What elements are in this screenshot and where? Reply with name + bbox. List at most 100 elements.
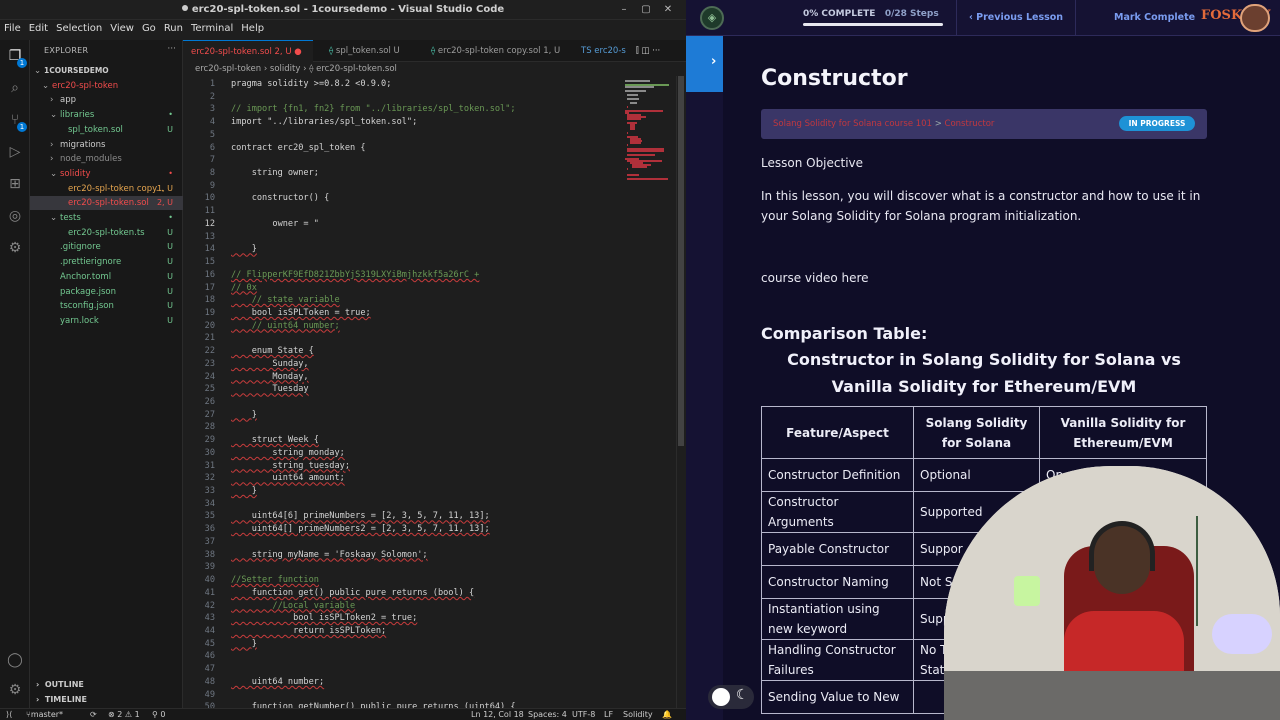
code-line[interactable]: 26 xyxy=(183,396,623,409)
run-debug-icon[interactable]: ▷ xyxy=(5,142,25,162)
code-line[interactable]: 35 uint64[6] primeNumbers = [2, 3, 5, 7,… xyxy=(183,510,623,523)
extensions-icon[interactable]: ⊞ xyxy=(5,174,25,194)
menu-selection[interactable]: Selection xyxy=(56,23,102,34)
eol[interactable]: LF xyxy=(604,709,613,720)
code-line[interactable]: 40 //Setter function xyxy=(183,574,623,587)
code-line[interactable]: 6 contract erc20_spl_token { xyxy=(183,142,623,155)
remote-icon[interactable]: ◎ xyxy=(5,206,25,226)
timeline-section[interactable]: › TIMELINE xyxy=(30,693,183,707)
tree-item[interactable]: › app xyxy=(30,93,183,107)
code-line[interactable]: 46 xyxy=(183,650,623,663)
tree-item[interactable]: ⌄ erc20-spl-token xyxy=(30,79,183,93)
code-line[interactable]: 43 bool isSPLToken2 = true; xyxy=(183,612,623,625)
code-line[interactable]: 39 xyxy=(183,561,623,574)
menu-help[interactable]: Help xyxy=(241,23,264,34)
code-line[interactable]: 4 import "../libraries/spl_token.sol"; xyxy=(183,116,623,129)
tree-item[interactable]: erc20-spl-token copy... 1, U xyxy=(30,182,183,196)
code-line[interactable]: 18 // state variable xyxy=(183,294,623,307)
sidebar-toggle-button[interactable]: › xyxy=(686,36,723,92)
indentation[interactable]: Spaces: 4 xyxy=(528,709,567,720)
code-line[interactable]: 48 uint64 number; xyxy=(183,676,623,689)
source-control-icon[interactable]: ⑂ 1 xyxy=(5,110,27,132)
code-line[interactable]: 29 struct Week { xyxy=(183,434,623,447)
search-icon[interactable]: ⌕ xyxy=(5,78,25,98)
code-line[interactable]: 41 function get() public pure returns (b… xyxy=(183,587,623,600)
code-line[interactable]: 44 return isSPLToken; xyxy=(183,625,623,638)
code-line[interactable]: 13 xyxy=(183,231,623,244)
tree-item[interactable]: spl_token.sol U xyxy=(30,123,183,137)
scroll-thumb[interactable] xyxy=(678,76,684,446)
code-line[interactable]: 37 xyxy=(183,536,623,549)
minimap[interactable] xyxy=(623,76,675,708)
dark-mode-toggle[interactable]: ☾ xyxy=(708,685,754,709)
notifications-icon[interactable]: 🔔 xyxy=(662,709,672,720)
code-line[interactable]: 7 xyxy=(183,154,623,167)
remote-indicator-icon[interactable]: ⟩⟨ xyxy=(6,709,12,720)
code-line[interactable]: 15 xyxy=(183,256,623,269)
code-line[interactable]: 33 } xyxy=(183,485,623,498)
menu-view[interactable]: View xyxy=(110,23,134,34)
code-line[interactable]: 28 xyxy=(183,421,623,434)
code-line[interactable]: 9 xyxy=(183,180,623,193)
tree-item[interactable]: yarn.lock U xyxy=(30,314,183,328)
code-line[interactable]: 49 xyxy=(183,689,623,702)
code-line[interactable]: 25 Tuesday xyxy=(183,383,623,396)
code-line[interactable]: 32 uint64 amount; xyxy=(183,472,623,485)
close-button[interactable]: ✕ xyxy=(661,3,675,17)
code-line[interactable]: 38 string myName = 'Foskaay Solomon'; xyxy=(183,549,623,562)
site-logo-icon[interactable]: ◈ xyxy=(700,6,724,30)
code-line[interactable]: 27 } xyxy=(183,409,623,422)
code-line[interactable]: 11 xyxy=(183,205,623,218)
tree-item[interactable]: ⌄ solidity • xyxy=(30,167,183,181)
code-line[interactable]: 8 string owner; xyxy=(183,167,623,180)
branch-indicator[interactable]: ⑂ master* xyxy=(26,709,63,720)
tree-item[interactable]: Anchor.toml U xyxy=(30,270,183,284)
code-line[interactable]: 45 } xyxy=(183,638,623,651)
code-line[interactable]: 5 xyxy=(183,129,623,142)
code-line[interactable]: 24 Monday, xyxy=(183,371,623,384)
tab-erc20-spl-token[interactable]: erc20-spl-token.sol 2, U ● xyxy=(183,40,313,62)
code-line[interactable]: 17 // 0x xyxy=(183,282,623,295)
problems-indicator[interactable]: ⊗ 2 ⚠ 1 xyxy=(108,709,140,720)
docker-icon[interactable]: ⚙ xyxy=(5,238,25,258)
code-line[interactable]: 42 //Local variable xyxy=(183,600,623,613)
tree-item[interactable]: ⌄ 1COURSEDEMO xyxy=(30,64,183,78)
code-line[interactable]: 30 string monday; xyxy=(183,447,623,460)
menu-terminal[interactable]: Terminal xyxy=(191,23,233,34)
sync-icon[interactable]: ⟳ xyxy=(90,709,97,720)
maximize-button[interactable]: ▢ xyxy=(639,3,653,17)
code-line[interactable]: 22 enum State { xyxy=(183,345,623,358)
minimize-button[interactable]: – xyxy=(617,3,631,17)
tab-spl-token[interactable]: ⟠ spl_token.sol U xyxy=(321,40,416,62)
code-line[interactable]: 16 // FlipperKF9EfD821ZbbYjS319LXYiBmjhzk… xyxy=(183,269,623,282)
code-line[interactable]: 47 xyxy=(183,663,623,676)
crumb-lesson-link[interactable]: Constructor xyxy=(945,119,995,129)
tree-item[interactable]: › migrations xyxy=(30,138,183,152)
tree-item[interactable]: erc20-spl-token.ts U xyxy=(30,226,183,240)
encoding[interactable]: UTF-8 xyxy=(572,709,595,720)
code-line[interactable]: 31 string tuesday; xyxy=(183,460,623,473)
tree-item[interactable]: ⌄ tests • xyxy=(30,211,183,225)
tree-item[interactable]: .gitignore U xyxy=(30,240,183,254)
code-line[interactable]: 20 // uint64 number; xyxy=(183,320,623,333)
code-line[interactable]: 34 xyxy=(183,498,623,511)
user-avatar[interactable] xyxy=(1240,4,1270,32)
menu-go[interactable]: Go xyxy=(142,23,156,34)
tree-item[interactable]: ⌄ libraries • xyxy=(30,108,183,122)
code-line[interactable]: 1 pragma solidity >=0.8.2 <0.9.0; xyxy=(183,78,623,91)
menu-run[interactable]: Run xyxy=(164,23,183,34)
code-line[interactable]: 21 xyxy=(183,332,623,345)
menu-edit[interactable]: Edit xyxy=(29,23,48,34)
tab-erc20-copy[interactable]: ⟠ erc20-spl-token copy.sol 1, U xyxy=(423,40,573,62)
code-line[interactable]: 3 // import {fn1, fn2} from "../libraries… xyxy=(183,103,623,116)
explorer-icon[interactable]: ❐ 1 xyxy=(5,46,27,68)
breadcrumb[interactable]: erc20-spl-token › solidity › ⟠ erc20-spl… xyxy=(195,64,397,74)
cursor-position[interactable]: Ln 12, Col 18 xyxy=(471,709,524,720)
split-editor-icon[interactable]: ⫿ ◫ ··· xyxy=(628,40,660,62)
code-line[interactable]: 50 function getNumber() public pure retu… xyxy=(183,701,623,708)
tree-item[interactable]: › node_modules xyxy=(30,152,183,166)
tree-item[interactable]: tsconfig.json U xyxy=(30,299,183,313)
ports-indicator[interactable]: ⚲ 0 xyxy=(152,709,166,720)
account-icon[interactable]: ◯ xyxy=(5,650,25,670)
code-line[interactable]: 36 uint64[] primeNumbers2 = [2, 3, 5, 7,… xyxy=(183,523,623,536)
